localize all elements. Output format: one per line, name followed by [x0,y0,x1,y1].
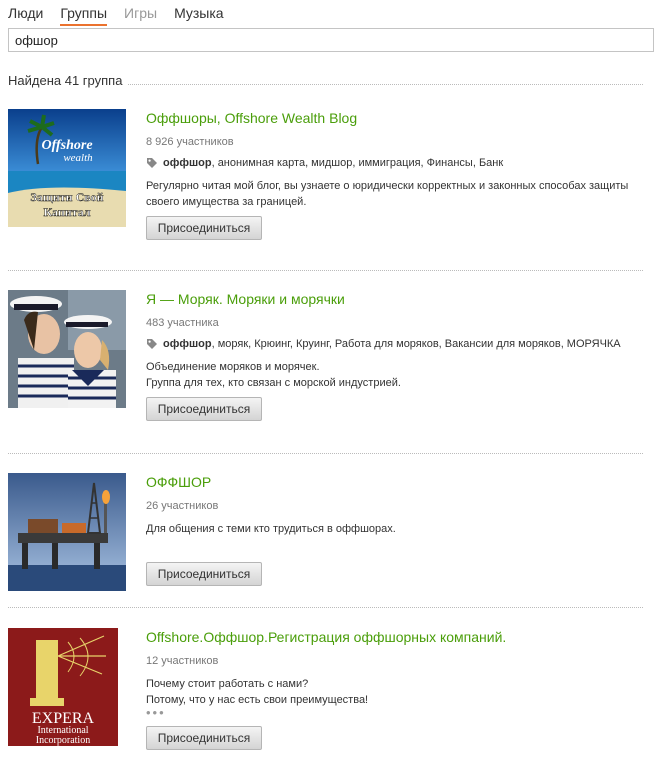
group-description: Регулярно читая мой блог, вы узнаете о ю… [146,180,629,208]
group-description: Для общения с теми кто трудиться в оффшо… [146,523,396,535]
member-count: 8 926 участников [146,136,234,148]
group-avatar[interactable]: Offshore wealth Защити Свой Капитал [8,109,126,227]
tag-icon [147,158,157,168]
group-avatar[interactable] [8,473,126,591]
group-avatar[interactable]: EXPERA International Incorporation [8,628,118,746]
join-button[interactable]: Присоединиться [146,397,262,421]
tab-people[interactable]: Люди [8,5,43,26]
join-button[interactable]: Присоединиться [146,562,262,586]
group-card: Я — Моряк. Моряки и морячки 483 участник… [8,290,643,440]
thumb-text: Защити Свой [30,190,103,204]
thumb-text: Offshore [41,138,92,153]
results-count: Найдена 41 группа [8,73,123,88]
group-avatar[interactable] [8,290,126,408]
divider [128,76,643,85]
divider [8,607,643,608]
tag-highlight: оффшор [163,157,212,169]
divider [8,453,643,454]
group-title-link[interactable]: Offshore.Оффшор.Регистрация оффшорных ко… [146,628,643,646]
member-count: 483 участника [146,317,219,329]
thumb-text: Капитал [43,205,90,219]
group-title-link[interactable]: ОФФШОР [146,473,643,491]
group-tags: оффшор, моряк, Крюинг, Круинг, Работа дл… [146,338,643,350]
tag-list: , моряк, Крюинг, Круинг, Работа для моря… [211,338,621,350]
tag-list: , анонимная карта, мидшор, иммиграция, Ф… [211,157,504,169]
tab-games[interactable]: Игры [124,5,157,26]
group-card: EXPERA International Incorporation Offsh… [8,628,643,766]
tab-bar: Люди Группы Игры Музыка [8,5,241,26]
member-count: 26 участников [146,500,219,512]
tab-music[interactable]: Музыка [174,5,224,26]
group-description: Почему стоит работать с нами? Потому, чт… [146,678,369,706]
group-description: Объединение моряков и морячек. Группа дл… [146,361,401,389]
join-button[interactable]: Присоединиться [146,726,262,750]
group-tags: оффшор, анонимная карта, мидшор, иммигра… [146,157,643,169]
search-input[interactable] [8,28,654,52]
results-header: Найдена 41 группа [8,73,643,88]
group-card: Offshore wealth Защити Свой Капитал Оффш… [8,109,643,259]
group-title-link[interactable]: Оффшоры, Offshore Wealth Blog [146,109,643,127]
thumb-text: wealth [63,152,93,164]
group-title-link[interactable]: Я — Моряк. Моряки и морячки [146,290,643,308]
member-count: 12 участников [146,655,219,667]
tag-highlight: оффшор [163,338,212,350]
join-button[interactable]: Присоединиться [146,216,262,240]
thumb-text: Incorporation [36,735,90,746]
tab-groups[interactable]: Группы [60,5,108,26]
more-indicator[interactable]: ••• [146,706,643,719]
tag-icon [147,339,157,349]
divider [8,270,643,271]
group-card: ОФФШОР 26 участников Для общения с теми … [8,473,643,593]
